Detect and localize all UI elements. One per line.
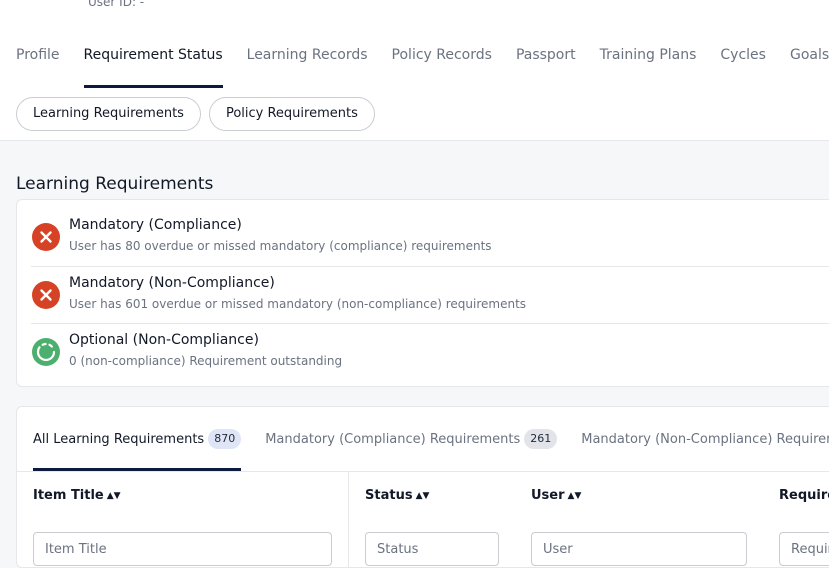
policy-requirements-button[interactable]: Policy Requirements	[208, 97, 375, 131]
dashed-circle-icon	[32, 338, 60, 366]
column-label: Requirement	[779, 488, 829, 503]
tab-label: Mandatory (Non-Compliance) Requirements	[581, 431, 829, 447]
requirement-title: Optional (Non-Compliance)	[69, 332, 259, 348]
tab-all-learning-requirements[interactable]: All Learning Requirements 870	[33, 407, 242, 471]
user-filter-input[interactable]	[531, 532, 747, 566]
tab-passport[interactable]: Passport	[516, 44, 576, 88]
tab-mandatory-compliance-requirements[interactable]: Mandatory (Compliance) Requirements 261	[265, 407, 558, 471]
tab-goals[interactable]: Goals	[790, 44, 829, 88]
sort-icon: ▲▼	[567, 491, 582, 501]
requirement-item-mandatory-compliance: Mandatory (Compliance) User has 80 overd…	[31, 209, 829, 266]
requirements-summary-card: Mandatory (Compliance) User has 80 overd…	[16, 199, 829, 387]
count-badge: 261	[524, 429, 558, 449]
requirement-item-mandatory-non-compliance: Mandatory (Non-Compliance) User has 601 …	[31, 266, 829, 324]
column-header-requirement[interactable]: Requirement	[779, 488, 829, 503]
column-label: Status	[365, 488, 413, 503]
requirement-type-pills: Learning Requirements Policy Requirement…	[16, 97, 375, 131]
sort-icon: ▲▼	[415, 491, 430, 501]
column-divider	[348, 472, 349, 567]
requirement-description: User has 80 overdue or missed mandatory …	[69, 239, 492, 253]
count-badge: 870	[208, 429, 242, 449]
learning-requirements-button[interactable]: Learning Requirements	[16, 97, 201, 131]
requirements-table-card: All Learning Requirements 870 Mandatory …	[16, 406, 829, 568]
tab-training-plans[interactable]: Training Plans	[600, 44, 697, 88]
sort-icon: ▲▼	[106, 491, 121, 501]
section-title: Learning Requirements	[16, 174, 214, 194]
requirement-description: User has 601 overdue or missed mandatory…	[69, 297, 527, 311]
item-title-filter-input[interactable]	[33, 532, 332, 566]
requirements-sub-tabs: All Learning Requirements 870 Mandatory …	[33, 407, 829, 471]
column-header-status[interactable]: Status ▲▼	[365, 488, 429, 503]
requirement-filter-input[interactable]	[779, 532, 829, 566]
requirement-description: 0 (non-compliance) Requirement outstandi…	[69, 354, 343, 368]
tab-policy-records[interactable]: Policy Records	[392, 44, 492, 88]
requirement-title: Mandatory (Non-Compliance)	[69, 275, 275, 291]
x-circle-icon	[32, 223, 60, 251]
column-label: User	[531, 488, 565, 503]
tab-profile[interactable]: Profile	[16, 44, 60, 88]
tab-requirement-status[interactable]: Requirement Status	[83, 44, 223, 88]
requirement-title: Mandatory (Compliance)	[69, 217, 242, 233]
column-header-item-title[interactable]: Item Title ▲▼	[33, 488, 121, 503]
tab-learning-records[interactable]: Learning Records	[247, 44, 368, 88]
tab-label: All Learning Requirements	[33, 431, 205, 447]
tab-mandatory-non-compliance-requirements[interactable]: Mandatory (Non-Compliance) Requirements	[581, 407, 829, 471]
user-id-label: User ID: -	[88, 0, 145, 9]
table-header: Item Title▲▼ Status▲▼ User▲▼ Requirement	[17, 471, 829, 567]
column-label: Item Title	[33, 488, 104, 503]
status-filter-input[interactable]	[365, 532, 499, 566]
tab-label: Mandatory (Compliance) Requirements	[265, 431, 521, 447]
requirement-item-optional-non-compliance: Optional (Non-Compliance) 0 (non-complia…	[31, 323, 829, 381]
x-circle-icon	[32, 281, 60, 309]
main-tabs: Profile Requirement Status Learning Reco…	[16, 44, 829, 88]
column-header-user[interactable]: User ▲▼	[531, 488, 581, 503]
tab-cycles[interactable]: Cycles	[720, 44, 766, 88]
top-bar: User ID: - Profile Requirement Status Le…	[0, 0, 829, 141]
